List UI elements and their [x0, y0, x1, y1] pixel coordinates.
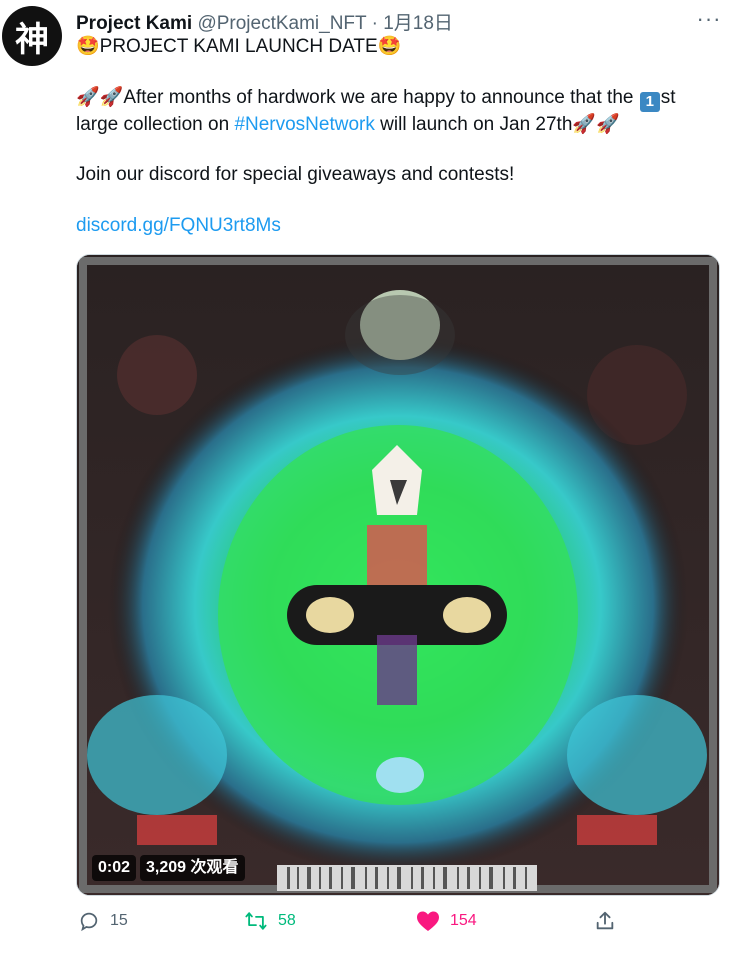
announcement-text-d: will launch on Jan 27th🚀🚀 [374, 114, 620, 135]
share-icon [596, 911, 614, 930]
like-count: 154 [450, 912, 477, 929]
discord-link[interactable]: discord.gg/FQNU3rt8Ms [76, 213, 726, 238]
video-frame-image [77, 255, 719, 895]
share-button[interactable] [594, 910, 616, 932]
tweet-line-discord: Join our discord for special giveaways a… [76, 164, 515, 185]
announcement-text-c: large collection on [76, 114, 235, 135]
retweet-count: 58 [278, 912, 296, 929]
reply-button[interactable]: 15 [78, 910, 128, 932]
video-player[interactable] [76, 254, 720, 896]
keycap-one-icon: 1 [639, 92, 660, 112]
video-timestamp: 0:02 [92, 855, 137, 881]
retweet-button[interactable]: 58 [244, 910, 296, 932]
announcement-text-b: st [660, 87, 676, 108]
video-overlay: 0:02 3,209 次观看 [92, 855, 245, 881]
more-options-icon[interactable]: ··· [696, 6, 722, 32]
author-handle[interactable]: @ProjectKami_NFT [197, 13, 366, 34]
hashtag-link[interactable]: #NervosNetwork [234, 114, 374, 135]
tweet-line-title: 🤩PROJECT KAMI LAUNCH DATE🤩 [76, 36, 402, 57]
video-view-count: 3,209 次观看 [140, 855, 245, 881]
tweet-line-announcement: 🚀🚀After months of hardwork we are happy … [76, 85, 726, 137]
reply-icon [80, 912, 98, 932]
tweet-date[interactable]: 1月18日 [383, 13, 453, 34]
retweet-icon [245, 912, 267, 930]
reply-count: 15 [110, 912, 128, 929]
tweet-actions: 15 58 154 [0, 910, 750, 942]
heart-icon [417, 911, 439, 931]
like-button[interactable]: 154 [416, 910, 477, 932]
author-name[interactable]: Project Kami [76, 13, 192, 34]
separator-dot: · [371, 13, 378, 34]
avatar[interactable]: 神 [2, 6, 62, 66]
announcement-text-a: 🚀🚀After months of hardwork we are happy … [76, 87, 639, 108]
tweet-header: Project Kami @ProjectKami_NFT · 1月18日 [76, 8, 453, 35]
